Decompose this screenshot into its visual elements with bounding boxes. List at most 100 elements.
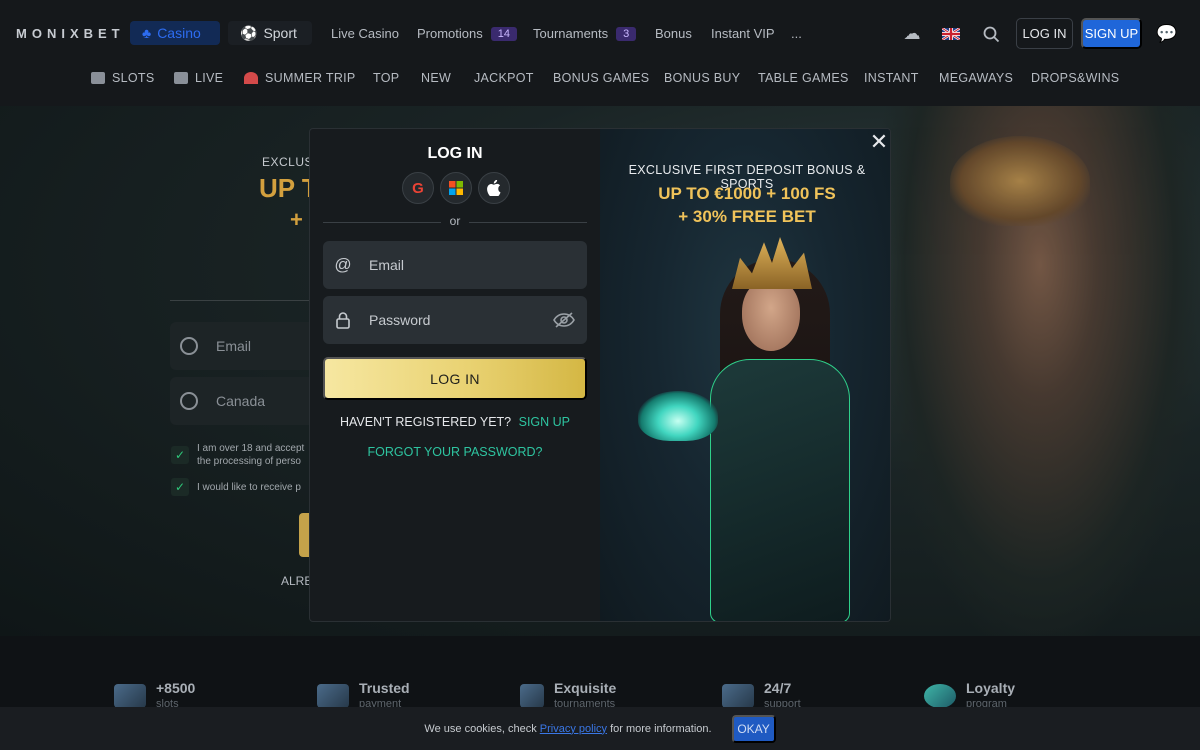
modal-promo-line2: UP TO €1000 + 100 FS xyxy=(658,184,836,203)
nav-label: Tournaments xyxy=(533,26,609,41)
login-modal: EXCLUSIVE FIRST DEPOSIT BONUS & SPORTS U… xyxy=(309,128,891,622)
category-top[interactable]: TOP xyxy=(373,71,399,85)
category-label: TOP xyxy=(373,71,400,85)
header-login-button[interactable]: LOG IN xyxy=(1016,18,1073,49)
bg-divider xyxy=(170,300,310,301)
category-label: SLOTS xyxy=(112,71,155,85)
or-divider: or xyxy=(323,214,587,230)
registration-prompt: HAVEN'T REGISTERED YET? SIGN UP xyxy=(310,415,600,429)
category-label: TABLE GAMES xyxy=(758,71,849,85)
feature-tournaments: Exquisite tournaments xyxy=(520,680,616,710)
nav-bonus[interactable]: Bonus xyxy=(655,26,692,41)
bg-already-text: ALRE xyxy=(281,574,313,588)
lock-icon xyxy=(333,310,353,330)
feature-title: Exquisite xyxy=(554,680,617,696)
category-label: LIVE xyxy=(195,71,224,85)
category-label: MEGAWAYS xyxy=(939,71,1014,85)
apple-login-button[interactable] xyxy=(478,172,510,204)
login-submit-button[interactable]: LOG IN xyxy=(323,357,587,400)
uk-flag-icon[interactable] xyxy=(941,24,961,44)
forgot-password-link[interactable]: FORGOT YOUR PASSWORD? xyxy=(310,445,600,459)
nav-more[interactable]: ... xyxy=(791,26,802,41)
bg-country-select[interactable]: Canada xyxy=(170,377,310,425)
casino-icon: ♣ xyxy=(142,25,152,41)
email-field[interactable]: @ Email xyxy=(323,241,587,289)
category-instant[interactable]: INSTANT xyxy=(864,71,919,85)
category-slots[interactable]: SLOTS xyxy=(91,71,155,85)
cookie-text-before: We use cookies, check xyxy=(424,722,537,735)
at-icon: @ xyxy=(334,255,352,274)
sport-tab[interactable]: ⚽ Sport xyxy=(228,21,312,45)
category-label: JACKPOT xyxy=(474,71,534,85)
lotus-icon xyxy=(638,391,718,441)
sport-label: Sport xyxy=(263,25,297,41)
password-placeholder: Password xyxy=(369,312,431,328)
live-icon xyxy=(174,72,188,84)
modal-signup-link[interactable]: SIGN UP xyxy=(519,415,570,429)
diamond-icon xyxy=(924,684,956,708)
password-field[interactable]: Password xyxy=(323,296,587,344)
slot-machine-icon xyxy=(114,684,146,708)
feature-support: 24/7 support xyxy=(722,680,801,710)
chat-icon[interactable]: 💬 xyxy=(1156,24,1177,44)
bg-consent-text-1: I am over 18 and accept the processing of… xyxy=(197,443,305,467)
close-icon[interactable]: ✕ xyxy=(869,131,889,153)
google-icon: G xyxy=(412,179,424,197)
not-registered-text: HAVEN'T REGISTERED YET? xyxy=(339,415,512,429)
cookie-text-after: for more information. xyxy=(610,722,712,735)
feature-loyalty: Loyalty program xyxy=(924,680,1015,710)
globe-icon xyxy=(180,392,198,410)
category-label: NEW xyxy=(421,71,452,85)
category-jackpot[interactable]: JACKPOT xyxy=(474,71,534,85)
bg-consent-checkbox-2[interactable]: ✓ xyxy=(171,478,189,496)
category-table-games[interactable]: TABLE GAMES xyxy=(758,71,849,85)
category-megaways[interactable]: MEGAWAYS xyxy=(939,71,1013,85)
bg-consent-checkbox-1[interactable]: ✓ xyxy=(171,446,189,464)
trophy-icon xyxy=(520,684,544,708)
soccer-ball-icon: ⚽ xyxy=(240,24,258,41)
feature-title: +8500 xyxy=(156,680,196,696)
queen-illustration xyxy=(710,219,860,621)
hero-illustration xyxy=(880,106,1200,636)
microsoft-icon xyxy=(449,181,463,195)
category-label: INSTANT xyxy=(864,71,919,85)
category-bonus-games[interactable]: BONUS GAMES xyxy=(553,71,649,85)
nav-instant-vip[interactable]: Instant VIP xyxy=(711,26,775,41)
modal-title: LOG IN xyxy=(427,145,483,162)
card-icon xyxy=(317,684,349,708)
privacy-policy-link[interactable]: Privacy policy xyxy=(540,723,607,735)
at-icon xyxy=(180,337,198,355)
casino-tab[interactable]: ♣ Casino xyxy=(130,21,220,45)
category-live[interactable]: LIVE xyxy=(174,71,223,85)
category-bonus-buy[interactable]: BONUS BUY xyxy=(664,71,740,85)
category-new[interactable]: NEW xyxy=(421,71,451,85)
google-login-button[interactable]: G xyxy=(402,172,434,204)
cookie-text: We use cookies, check Privacy policy for… xyxy=(424,723,711,735)
feature-payment: Trusted payment xyxy=(317,680,410,710)
bg-email-placeholder: Email xyxy=(216,338,252,354)
feature-title: 24/7 xyxy=(764,680,792,696)
feature-title: Loyalty xyxy=(966,680,1016,696)
eye-off-icon[interactable] xyxy=(553,310,575,330)
search-icon[interactable] xyxy=(981,24,1001,44)
bg-email-field[interactable]: Email xyxy=(170,322,310,370)
category-summer-trip[interactable]: SUMMER TRIP xyxy=(244,71,356,85)
bg-promo-small: EXCLUS xyxy=(262,155,314,169)
cookie-okay-button[interactable]: OKAY xyxy=(731,714,776,743)
bg-consent-text-2: I would like to receive p xyxy=(197,482,301,493)
category-label: SUMMER TRIP xyxy=(265,71,356,85)
nav-tournaments[interactable]: Tournaments 3 xyxy=(533,26,637,41)
nav-label: Live Casino xyxy=(331,26,399,41)
bg-promo-plus: + xyxy=(290,207,303,232)
microsoft-login-button[interactable] xyxy=(440,172,472,204)
category-label: BONUS GAMES xyxy=(553,71,650,85)
nav-promotions[interactable]: Promotions 14 xyxy=(417,26,517,41)
category-label: DROPS&WINS xyxy=(1031,71,1120,85)
nav-label: Promotions xyxy=(417,26,483,41)
nav-live-casino[interactable]: Live Casino xyxy=(331,26,399,41)
download-icon[interactable]: ☁ xyxy=(902,24,922,44)
category-drops-wins[interactable]: DROPS&WINS xyxy=(1031,71,1119,85)
or-text: or xyxy=(449,214,461,228)
logo[interactable]: MONIXBET xyxy=(16,26,125,41)
header-signup-button[interactable]: SIGN UP xyxy=(1081,18,1142,49)
